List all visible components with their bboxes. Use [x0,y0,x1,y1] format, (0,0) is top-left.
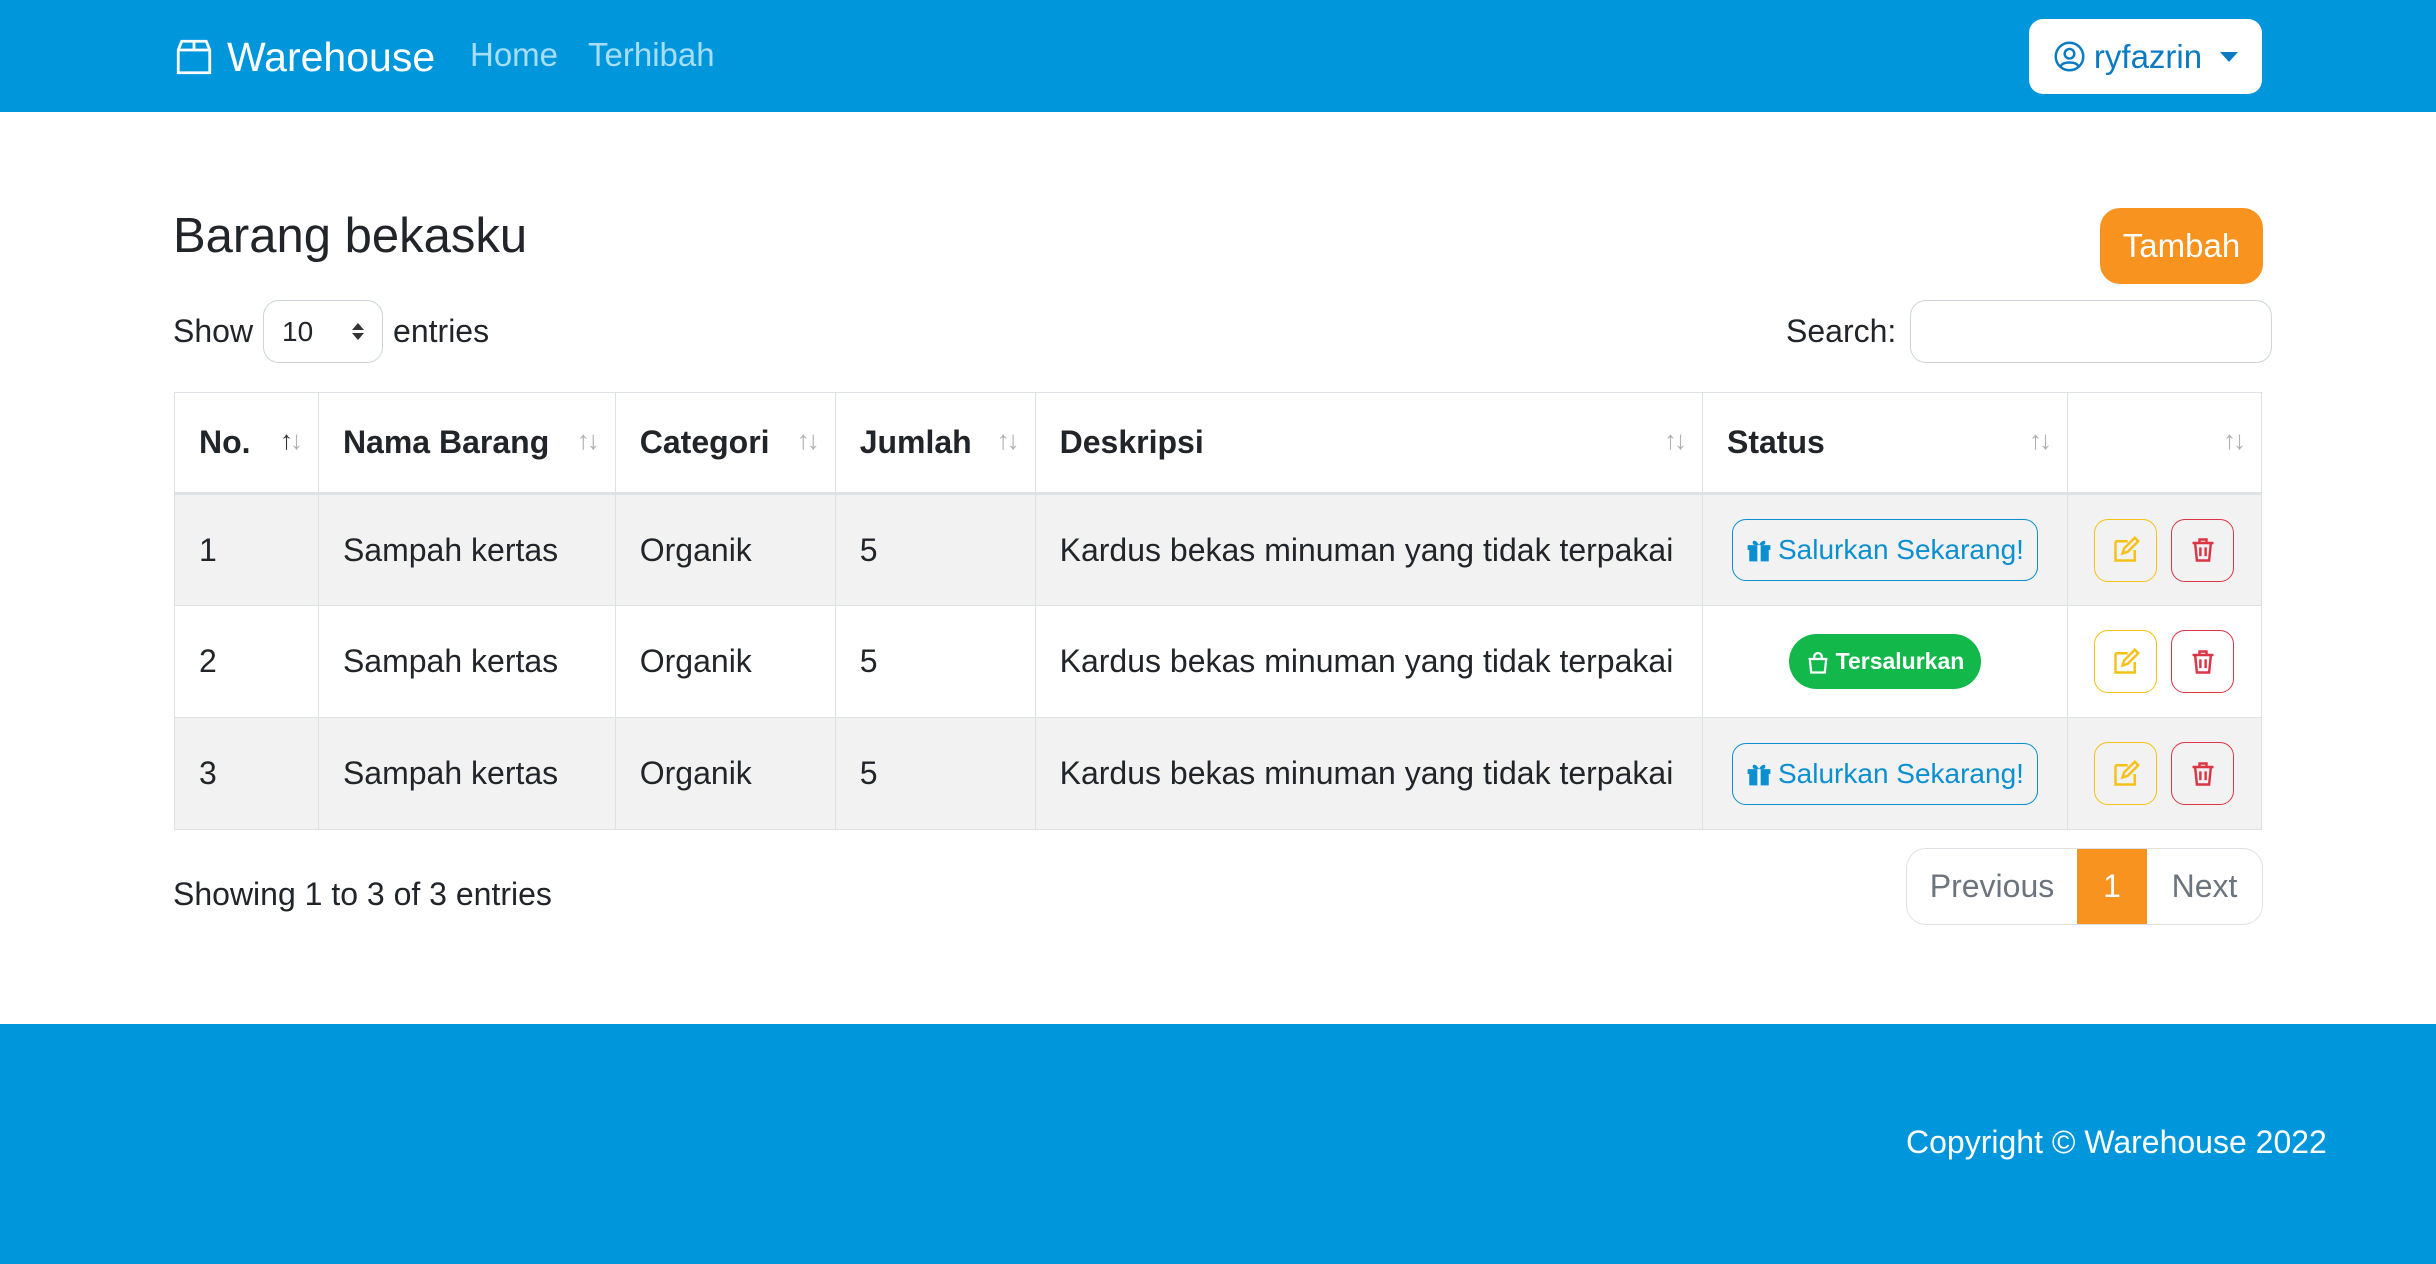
sort-icon: ↑↓ [2028,425,2052,455]
salurkan-button[interactable]: Salurkan Sekarang! [1731,519,2038,581]
cell-jumlah: 5 [834,605,1036,718]
pagination-next[interactable]: Next [2147,849,2262,924]
cell-status: Salurkan Sekarang! [1701,717,2068,830]
nav-home[interactable]: Home [470,36,558,74]
pagination: Previous 1 Next [1906,848,2263,925]
table-info: Showing 1 to 3 of 3 entries [173,876,552,912]
cell-nama: Sampah kertas [317,605,616,718]
pagination-previous[interactable]: Previous [1907,849,2077,924]
show-label: Show [173,313,254,349]
table-row: 2 Sampah kertas Organik 5 Kardus bekas m… [174,605,2263,718]
sort-icon: ↑↓ [796,425,820,455]
gift-icon [1747,764,1771,785]
col-status[interactable]: Status ↑↓ [1701,392,2068,495]
salurkan-button[interactable]: Salurkan Sekarang! [1731,742,2038,805]
add-button[interactable]: Tambah [2100,208,2263,284]
table-header-row: No. ↑↓ Nama Barang ↑↓ Categori ↑↓ Jumlah ↑↓ … [174,392,2263,495]
cell-no: 1 [174,493,319,606]
edit-icon [2114,647,2140,674]
salurkan-label: Salurkan Sekarang! [1778,534,2024,565]
delete-button[interactable] [2171,630,2235,693]
cell-deskripsi: Kardus bekas minuman yang tidak terpakai [1034,605,1703,718]
col-deskripsi[interactable]: Deskripsi ↑↓ [1034,392,1703,495]
cell-nama: Sampah kertas [317,493,616,606]
sort-icon: ↑↓ [2223,425,2246,455]
items-table: No. ↑↓ Nama Barang ↑↓ Categori ↑↓ Jumlah ↑↓ … [174,392,2263,830]
brand-link[interactable]: Warehouse [173,30,435,84]
search-control: Search: [1786,300,2273,363]
cell-deskripsi: Kardus bekas minuman yang tidak terpakai [1034,493,1703,606]
box-icon [176,39,212,75]
salurkan-label: Salurkan Sekarang! [1778,757,2024,789]
col-jumlah-label: Jumlah [859,424,972,460]
cell-jumlah: 5 [834,717,1036,830]
gift-icon [1747,540,1771,562]
delete-button[interactable] [2171,518,2235,582]
sort-icon: ↑↓ [576,425,600,455]
trash-icon [2192,538,2214,562]
user-circle-icon [2054,41,2085,72]
cell-no: 3 [174,717,319,830]
col-nama[interactable]: Nama Barang ↑↓ [317,392,616,495]
table-row: 3 Sampah kertas Organik 5 Kardus bekas m… [174,717,2263,830]
entries-label: entries [393,313,490,349]
nav-terhibah[interactable]: Terhibah [588,36,715,74]
edit-button[interactable] [2094,742,2158,805]
edit-icon [2114,536,2140,562]
sort-asc-icon: ↑↓ [279,425,303,455]
delete-button[interactable] [2171,742,2235,805]
pagination-page-current[interactable]: 1 [2077,849,2147,924]
col-jumlah[interactable]: Jumlah ↑↓ [834,392,1036,495]
caret-down-icon [2220,51,2239,62]
trash-icon [2192,761,2214,786]
cell-kategori: Organik [614,493,836,606]
bag-icon [1808,651,1828,674]
cell-nama: Sampah kertas [317,717,616,830]
select-arrows-icon [352,323,365,340]
cell-no: 2 [174,605,319,718]
col-actions[interactable]: ↑↓ [2066,392,2263,495]
copyright-text: Copyright © Warehouse 2022 [1906,1124,2327,1160]
cell-kategori: Organik [614,717,836,830]
edit-icon [2114,759,2140,786]
search-label: Search: [1786,313,1897,349]
col-kategori-label: Categori [639,424,770,460]
sort-icon: ↑↓ [1663,425,1687,455]
col-no[interactable]: No. ↑↓ [174,392,319,495]
table-row: 1 Sampah kertas Organik 5 Kardus bekas m… [174,493,2263,606]
tersalurkan-badge: Tersalurkan [1788,634,1981,689]
page-length-select[interactable]: 10 [263,300,384,363]
cell-actions [2066,717,2263,830]
col-no-label: No. [199,424,251,460]
cell-actions [2066,493,2263,606]
user-name: ryfazrin [2093,37,2203,75]
cell-status: Salurkan Sekarang! [1701,493,2068,606]
col-kategori[interactable]: Categori ↑↓ [614,392,836,495]
edit-button[interactable] [2094,518,2158,582]
page-length-control: Show 10 entries [173,300,489,363]
col-deskripsi-label: Deskripsi [1059,424,1204,460]
search-input[interactable] [1910,300,2273,363]
edit-button[interactable] [2094,630,2158,693]
page-title: Barang bekasku [173,209,528,263]
page-length-value: 10 [282,315,314,347]
cell-deskripsi: Kardus bekas minuman yang tidak terpakai [1034,717,1703,830]
brand-label: Warehouse [227,33,436,80]
navbar: Warehouse Home Terhibah ryfazrin [0,0,2436,112]
cell-kategori: Organik [614,605,836,718]
cell-actions [2066,605,2263,718]
sort-icon: ↑↓ [996,425,1020,455]
cell-status: Tersalurkan [1701,605,2068,718]
tersalurkan-label: Tersalurkan [1835,648,1965,674]
col-nama-label: Nama Barang [342,424,550,460]
user-menu-button[interactable]: ryfazrin [2029,19,2262,94]
trash-icon [2192,649,2214,674]
col-status-label: Status [1726,424,1825,460]
cell-jumlah: 5 [834,493,1036,606]
